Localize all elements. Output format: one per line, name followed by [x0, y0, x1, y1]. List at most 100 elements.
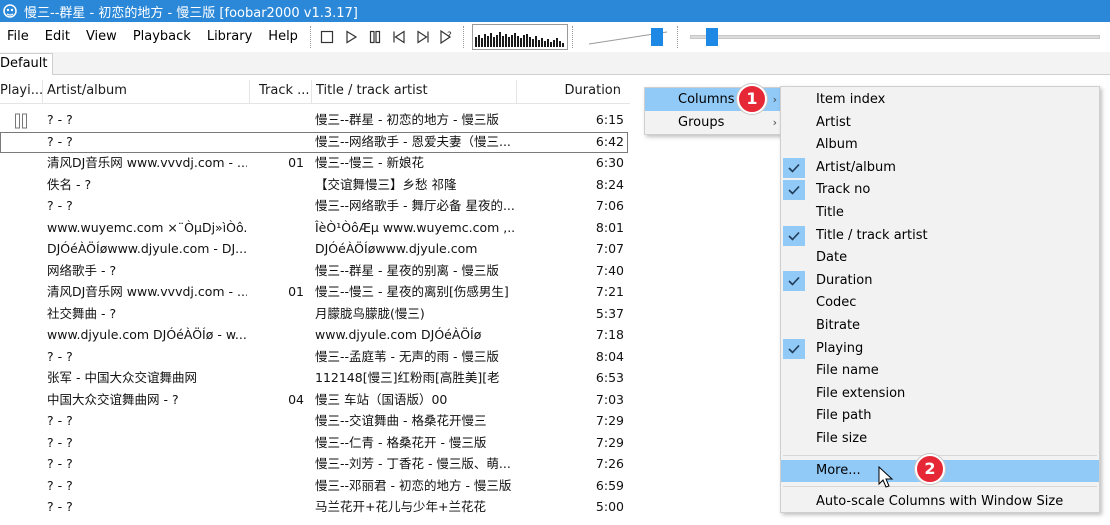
- playlist-row[interactable]: ? - ? 慢三--网络歌手 - 恩爱夫妻（慢三... 6:42: [0, 131, 628, 153]
- playlist-row[interactable]: 佚名 - ? 【交谊舞慢三】乡愁 祁隆 8:24: [0, 175, 628, 197]
- cell-duration: 7:03: [595, 391, 624, 407]
- playlist-row[interactable]: www.wuyemc.com ×¨ÒµDj»ìÒô... ÎèÒ¹ÒôÆµ www…: [0, 218, 628, 240]
- menu-file[interactable]: File: [0, 22, 37, 52]
- pause-indicator-icon: [15, 113, 27, 128]
- playing-indicator: [0, 325, 42, 346]
- playlist-row[interactable]: ? - ? 马兰花开+花儿与少年+兰花花 5:00: [0, 497, 628, 519]
- menu-item-label: File extension: [816, 385, 906, 401]
- window-title: 慢三--群星 - 初恋的地方 - 慢三版 [foobar2000 v1.3.17…: [24, 5, 358, 21]
- playing-indicator: [0, 433, 42, 454]
- cell-track-no: [250, 476, 308, 497]
- playlist-row[interactable]: 张军 - 中国大众交谊舞曲网 112148[慢三]红粉雨[高胜美][老 6:53: [0, 368, 628, 390]
- playlist-row[interactable]: 社交舞曲 - ? 月朦胧鸟朦胧(慢三) 5:37: [0, 304, 628, 326]
- checkmark-icon: [783, 225, 805, 246]
- menu-item-duration[interactable]: Duration: [781, 270, 1099, 293]
- volume-handle[interactable]: [651, 28, 664, 46]
- playlist-row[interactable]: 中国大众交谊舞曲网 - ? 04 慢三 车站（国语版）00 7:03: [0, 390, 628, 412]
- menu-item-autoscale-columns[interactable]: Auto-scale Columns with Window Size: [781, 491, 1099, 514]
- spectrum-bar: [549, 42, 552, 47]
- playlist-row[interactable]: 清风DJ音乐网 www.vvvdj.com - ... 01 慢三--慢三 - 新娘…: [0, 153, 628, 175]
- menu-item-title[interactable]: Title: [781, 202, 1099, 225]
- column-header-duration[interactable]: Duration: [517, 80, 623, 104]
- spectrum-bar: [531, 39, 534, 47]
- menu-library[interactable]: Library: [199, 22, 260, 52]
- playlist-row[interactable]: ? - ? 慢三--群星 - 初恋的地方 - 慢三版 6:15: [0, 110, 628, 132]
- menu-item-playing[interactable]: Playing: [781, 338, 1099, 361]
- cell-track-no: [250, 368, 308, 389]
- svg-text:?: ?: [447, 31, 452, 41]
- cell-artist-album: 清风DJ音乐网 www.vvvdj.com - ...: [47, 284, 247, 299]
- previous-button[interactable]: [387, 25, 411, 49]
- random-button[interactable]: ?: [435, 25, 459, 49]
- playlist-row[interactable]: DJÓéÀÖÍøwww.djyule.com - DJ... DJÓéÀÖÍøww…: [0, 239, 628, 261]
- random-icon: ?: [440, 29, 452, 45]
- spectrum-bar: [498, 32, 501, 47]
- pause-button[interactable]: [363, 25, 387, 49]
- column-header-title[interactable]: Title / track artist: [312, 80, 517, 104]
- menu-item-label: Duration: [816, 272, 873, 288]
- context-menu-groups[interactable]: Groups ›: [645, 111, 783, 134]
- menu-edit[interactable]: Edit: [37, 22, 78, 52]
- playlist-row[interactable]: ? - ? 慢三--孟庭苇 - 无声的雨 - 慢三版 8:04: [0, 347, 628, 369]
- cell-title: 112148[慢三]红粉雨[高胜美][老: [315, 370, 500, 385]
- menu-item-title-track-artist[interactable]: Title / track artist: [781, 225, 1099, 248]
- playing-indicator: [0, 497, 42, 518]
- menu-item-date[interactable]: Date: [781, 247, 1099, 270]
- playlist-row[interactable]: 清风DJ音乐网 www.vvvdj.com - ... 01 慢三--慢三 - 星夜…: [0, 282, 628, 304]
- column-header-artist-album[interactable]: Artist/album: [43, 80, 250, 104]
- playlist-rows: ? - ? 慢三--群星 - 初恋的地方 - 慢三版 6:15 ? - ? 慢三--网络…: [0, 110, 630, 519]
- playing-indicator: [0, 153, 42, 174]
- stop-button[interactable]: [315, 25, 339, 49]
- playlist-row[interactable]: ? - ? 慢三--网络歌手 - 舞厅必备 星夜的... 7:06: [0, 196, 628, 218]
- playlist-row[interactable]: ? - ? 慢三--邓丽君 - 初恋的地方 - 慢三版 6:59: [0, 476, 628, 498]
- spectrum-bar: [522, 35, 525, 47]
- playlist-row[interactable]: ? - ? 慢三--交谊舞曲 - 格桑花开慢三 7:29: [0, 411, 628, 433]
- next-button[interactable]: [411, 25, 435, 49]
- menu-item-label: Item index: [816, 92, 886, 107]
- menu-item-album[interactable]: Album: [781, 134, 1099, 157]
- cell-artist-album: ? - ?: [47, 348, 73, 364]
- play-icon: [346, 30, 358, 44]
- playlist-row[interactable]: 网络歌手 - ? 慢三--群星 - 星夜的别离 - 慢三版 7:40: [0, 261, 628, 283]
- menu-item-track-no[interactable]: Track no: [781, 179, 1099, 202]
- menu-item-file-path[interactable]: File path: [781, 405, 1099, 428]
- seek-handle[interactable]: [705, 28, 718, 46]
- menu-item-file-size[interactable]: File size: [781, 428, 1099, 451]
- column-header-track[interactable]: Track ...: [250, 80, 312, 104]
- cell-duration: 8:04: [595, 348, 624, 364]
- menu-help[interactable]: Help: [260, 22, 306, 52]
- playlist-row[interactable]: ? - ? 慢三--仁青 - 格桑花开 - 慢三版 7:29: [0, 433, 628, 455]
- spectrum-bar: [516, 36, 519, 47]
- foobar2000-window: 慢三--群星 - 初恋的地方 - 慢三版 [foobar2000 v1.3.17…: [0, 0, 1110, 525]
- playing-indicator: [0, 454, 42, 475]
- menu-view[interactable]: View: [78, 22, 125, 52]
- cell-artist-album: 社交舞曲 - ?: [47, 305, 117, 321]
- menu-item-file-extension[interactable]: File extension: [781, 383, 1099, 406]
- cell-artist-album: www.djyule.com DJÓéÀÖÍø - w...: [47, 327, 247, 342]
- spectrum-bar: [507, 37, 510, 47]
- menu-item-artist[interactable]: Artist: [781, 112, 1099, 135]
- menu-playback[interactable]: Playback: [125, 22, 199, 52]
- playlist-row[interactable]: www.djyule.com DJÓéÀÖÍø - w... www.djyule…: [0, 325, 628, 347]
- menu-item-label: Title / track artist: [816, 227, 928, 243]
- menu-item-item-index[interactable]: Item index: [781, 89, 1099, 112]
- tab-default[interactable]: Default: [0, 53, 53, 75]
- spectrum-bar: [540, 38, 543, 47]
- play-button[interactable]: [339, 25, 363, 49]
- cell-title: 慢三--刘芳 - 丁香花 - 慢三版、萌...: [315, 456, 511, 471]
- toolbar-separator: [462, 26, 464, 48]
- menu-item-codec[interactable]: Codec: [781, 292, 1099, 315]
- column-header-playing[interactable]: Playi...: [0, 80, 43, 104]
- menu-item-file-name[interactable]: File name: [781, 360, 1099, 383]
- menu-item-bitrate[interactable]: Bitrate: [781, 315, 1099, 338]
- seek-bar[interactable]: [686, 24, 1104, 50]
- menu-item-artist-album[interactable]: Artist/album: [781, 157, 1099, 180]
- playlist-row[interactable]: ? - ? 慢三--刘芳 - 丁香花 - 慢三版、萌... 7:26: [0, 454, 628, 476]
- volume-slider[interactable]: [583, 24, 673, 50]
- playing-indicator: [0, 218, 42, 239]
- cell-track-no: [250, 325, 308, 346]
- spectrum-bar: [513, 33, 516, 47]
- playing-indicator: [0, 282, 42, 303]
- cell-track-no: [250, 261, 308, 282]
- foobar-logo-icon: [2, 3, 18, 19]
